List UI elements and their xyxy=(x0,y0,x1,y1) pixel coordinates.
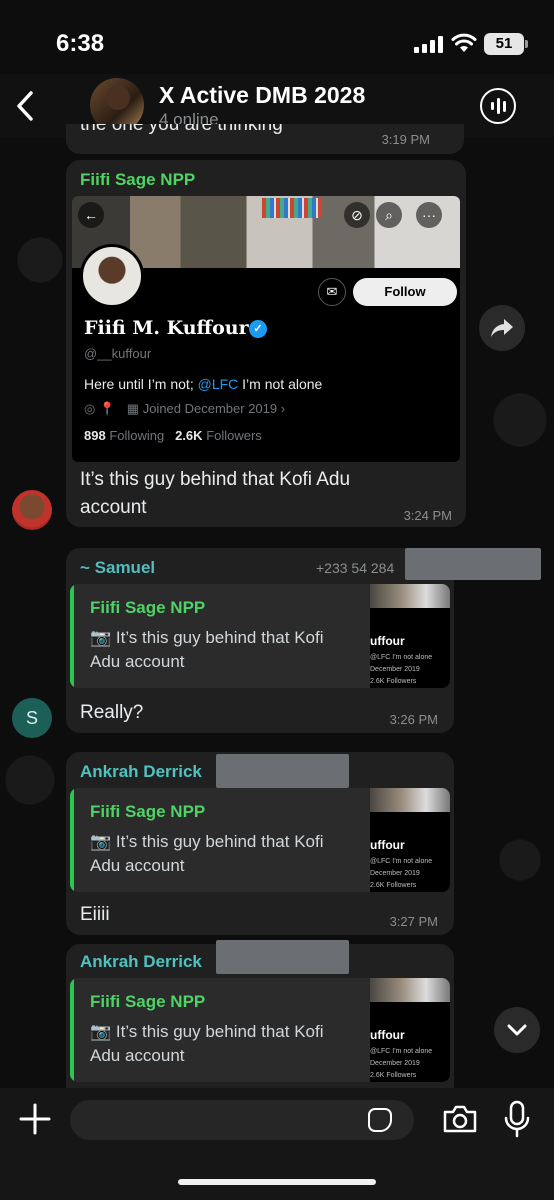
profile-bio: Here until I’m not; @LFC I’m not alone xyxy=(84,376,322,392)
signal-icon xyxy=(414,36,443,53)
pin-icon: 📍 xyxy=(98,401,116,416)
profile-name: Fiifi M. Kuffour xyxy=(84,317,249,339)
joined-date: Joined December 2019 xyxy=(142,401,278,416)
thumb-joined: December 2019 xyxy=(370,870,420,877)
fiifi-avatar[interactable] xyxy=(12,490,52,530)
quote-sender: Fiifi Sage NPP xyxy=(90,992,206,1011)
wifi-icon xyxy=(451,33,477,52)
previous-message-bubble[interactable]: the one you are thinking 3:19 PM xyxy=(66,124,464,154)
message-bubble-fiifi[interactable]: Fiifi Sage NPP ← ⊘ ⌕ ··· ✉ Follow Fiifi … xyxy=(66,160,466,527)
more-icon: ··· xyxy=(416,202,442,228)
thumb-name: uffour xyxy=(370,1028,405,1042)
profile-screenshot-image[interactable]: ← ⊘ ⌕ ··· ✉ Follow Fiifi M. Kuffour ✓ @_… xyxy=(72,196,460,462)
following-label: Following xyxy=(109,428,165,443)
sender-name[interactable]: Ankrah Derrick xyxy=(80,762,202,782)
sender-name[interactable]: Ankrah Derrick xyxy=(80,952,202,972)
redaction-block xyxy=(216,940,349,974)
plus-icon[interactable] xyxy=(18,1102,52,1136)
message-bubble-samuel[interactable]: ~ Samuel +233 54 284 Fiifi Sage NPP 📷 It… xyxy=(66,548,454,733)
profile-handle: @__kuffour xyxy=(84,346,152,361)
camera-icon: 📷 xyxy=(90,628,116,647)
back-button[interactable] xyxy=(8,84,42,128)
home-indicator[interactable] xyxy=(178,1179,376,1185)
message-text: It’s this guy behind that Kofi Adu accou… xyxy=(80,469,351,518)
quote-text: 📷 It’s this guy behind that Kofi Adu acc… xyxy=(90,830,350,878)
chevron-down-icon xyxy=(507,1024,527,1036)
status-bar: 6:38 51 xyxy=(0,0,554,80)
voice-chat-button[interactable] xyxy=(480,88,516,124)
scroll-to-bottom-button[interactable] xyxy=(494,1007,540,1053)
follow-button: Follow xyxy=(353,278,457,306)
following-count: 898 xyxy=(84,428,106,443)
thumb-followers: 2.6K Followers xyxy=(370,882,417,889)
quote-thumbnail: uffour @LFC I'm not alone December 2019 … xyxy=(370,978,450,1082)
bio-text: Here until I’m not; xyxy=(84,376,198,392)
profile-meta: ◎ 📍 ▦ Joined December 2019 › xyxy=(84,401,285,417)
location-icon: ◎ xyxy=(84,401,96,416)
verified-badge-icon: ✓ xyxy=(249,320,267,338)
quoted-message[interactable]: Fiifi Sage NPP 📷 It’s this guy behind th… xyxy=(70,978,450,1082)
forward-button[interactable] xyxy=(479,305,525,351)
bio-link: @LFC xyxy=(197,376,239,392)
mail-icon: ✉ xyxy=(318,278,346,306)
status-time: 6:38 xyxy=(56,30,105,57)
quote-text-content: It’s this guy behind that Kofi Adu accou… xyxy=(90,628,324,671)
camera-icon: 📷 xyxy=(90,832,116,851)
message-text: Really? xyxy=(80,702,144,723)
followers-label: Followers xyxy=(206,428,262,443)
quote-sender: Fiifi Sage NPP xyxy=(90,802,206,821)
bio-text-end: I’m not alone xyxy=(238,376,323,392)
thumb-joined: December 2019 xyxy=(370,1060,420,1067)
thumb-followers: 2.6K Followers xyxy=(370,678,417,685)
profile-avatar xyxy=(80,244,144,308)
camera-icon[interactable] xyxy=(442,1104,478,1134)
previous-message-text: the one you are thinking xyxy=(80,124,283,135)
redaction-block xyxy=(405,548,541,580)
message-time: 3:26 PM xyxy=(389,712,438,727)
message-time: 3:24 PM xyxy=(403,508,452,523)
microphone-icon[interactable] xyxy=(504,1100,530,1138)
previous-message-time: 3:19 PM xyxy=(381,132,430,147)
group-title[interactable]: X Active DMB 2028 xyxy=(159,82,365,109)
message-text: Eiiii xyxy=(80,904,110,925)
followers-count: 2.6K xyxy=(175,428,203,443)
quoted-message[interactable]: Fiifi Sage NPP 📷 It’s this guy behind th… xyxy=(70,584,450,688)
redaction-block xyxy=(216,754,349,788)
sender-phone: +233 54 284 xyxy=(316,560,395,576)
message-input[interactable] xyxy=(70,1100,414,1140)
quote-thumbnail: uffour @LFC I'm not alone December 2019 … xyxy=(370,584,450,688)
battery-indicator: 51 xyxy=(484,33,528,55)
thumb-followers: 2.6K Followers xyxy=(370,1072,417,1079)
thumb-joined: December 2019 xyxy=(370,666,420,673)
samuel-avatar[interactable]: S xyxy=(12,698,52,738)
quote-thumbnail: uffour @LFC I'm not alone December 2019 … xyxy=(370,788,450,892)
thumb-bio: @LFC I'm not alone xyxy=(370,654,433,661)
search-icon: ⌕ xyxy=(376,202,402,228)
sticker-icon[interactable] xyxy=(368,1108,392,1132)
sender-name[interactable]: ~ Samuel xyxy=(80,558,155,578)
quote-text-content: It’s this guy behind that Kofi Adu accou… xyxy=(90,1022,324,1065)
message-time: 3:27 PM xyxy=(389,914,438,929)
quote-text: 📷 It’s this guy behind that Kofi Adu acc… xyxy=(90,1020,350,1068)
thumb-bio: @LFC I'm not alone xyxy=(370,1048,433,1055)
chevron-right-icon: › xyxy=(280,401,286,416)
quoted-message[interactable]: Fiifi Sage NPP 📷 It’s this guy behind th… xyxy=(70,788,450,892)
thumb-bio: @LFC I'm not alone xyxy=(370,858,433,865)
calendar-icon: ▦ xyxy=(126,401,140,416)
arrow-left-icon: ← xyxy=(78,202,104,228)
quote-text: 📷 It’s this guy behind that Kofi Adu acc… xyxy=(90,626,350,674)
thumb-name: uffour xyxy=(370,838,405,852)
share-arrow-icon xyxy=(491,319,513,337)
sender-name[interactable]: Fiifi Sage NPP xyxy=(80,170,195,190)
chevron-left-icon xyxy=(17,91,33,121)
quote-text-content: It’s this guy behind that Kofi Adu accou… xyxy=(90,832,324,875)
hide-icon: ⊘ xyxy=(344,202,370,228)
thumb-name: uffour xyxy=(370,634,405,648)
camera-icon: 📷 xyxy=(90,1022,116,1041)
quote-sender: Fiifi Sage NPP xyxy=(90,598,206,617)
profile-stats: 898 Following 2.6K Followers xyxy=(84,428,262,443)
